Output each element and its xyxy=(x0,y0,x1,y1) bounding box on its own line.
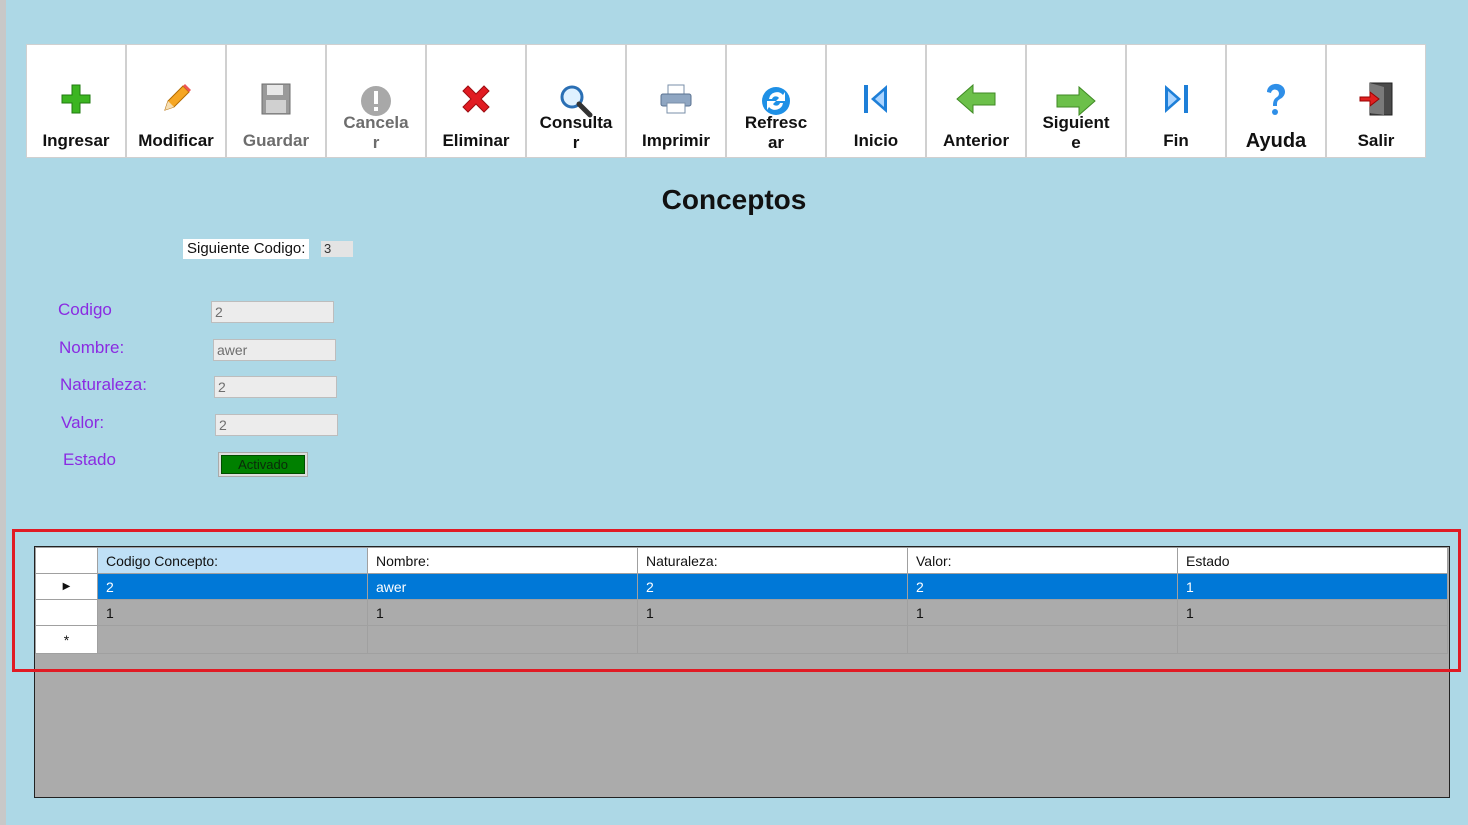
consultar-button[interactable]: Consulta r xyxy=(526,44,626,158)
nombre-field[interactable]: awer xyxy=(213,339,336,361)
ayuda-button[interactable]: Ayuda xyxy=(1226,44,1326,158)
next-code-value: 3 xyxy=(321,241,353,257)
plus-icon xyxy=(60,83,92,120)
eliminar-label: Eliminar xyxy=(442,131,510,150)
page-title: Conceptos xyxy=(661,184,807,215)
window-left-edge xyxy=(0,0,6,825)
modificar-button[interactable]: Modificar xyxy=(126,44,226,158)
imprimir-button[interactable]: Imprimir xyxy=(626,44,726,158)
floppy-disk-icon xyxy=(261,83,291,120)
help-icon xyxy=(1264,82,1288,121)
arrow-left-icon xyxy=(955,83,997,120)
grid-highlight-frame xyxy=(12,529,1461,672)
ayuda-label: Ayuda xyxy=(1245,130,1307,152)
printer-icon xyxy=(660,84,692,119)
guardar-label: Guardar xyxy=(242,131,310,150)
fin-button[interactable]: Fin xyxy=(1126,44,1226,158)
inicio-button[interactable]: Inicio xyxy=(826,44,926,158)
siguiente-label: Siguient e xyxy=(1042,113,1110,152)
red-x-icon xyxy=(459,82,493,121)
naturaleza-field[interactable]: 2 xyxy=(214,376,337,398)
salir-label: Salir xyxy=(1357,131,1395,150)
valor-field[interactable]: 2 xyxy=(215,414,338,436)
cancelar-label: Cancela r xyxy=(343,113,409,152)
ingresar-label: Ingresar xyxy=(42,131,110,150)
first-record-icon xyxy=(862,83,890,120)
refrescar-button[interactable]: Refresc ar xyxy=(726,44,826,158)
fin-label: Fin xyxy=(1163,131,1189,150)
ingresar-button[interactable]: Ingresar xyxy=(26,44,126,158)
codigo-label: Codigo xyxy=(58,300,112,319)
estado-toggle-button[interactable]: Activado xyxy=(221,455,305,474)
guardar-button[interactable]: Guardar xyxy=(226,44,326,158)
toolbar: Ingresar Modificar Guardar Cancela r Elim… xyxy=(26,44,1426,160)
refrescar-label: Refresc ar xyxy=(744,113,808,152)
anterior-button[interactable]: Anterior xyxy=(926,44,1026,158)
inicio-label: Inicio xyxy=(853,131,899,150)
codigo-field[interactable]: 2 xyxy=(211,301,334,323)
consultar-label: Consulta r xyxy=(539,113,613,152)
modificar-label: Modificar xyxy=(138,131,214,150)
last-record-icon xyxy=(1162,83,1190,120)
estado-toggle-frame: Activado xyxy=(218,452,308,477)
imprimir-label: Imprimir xyxy=(641,131,711,150)
valor-label: Valor: xyxy=(61,413,105,432)
estado-label: Estado xyxy=(63,450,116,469)
cancelar-button[interactable]: Cancela r xyxy=(326,44,426,158)
salir-button[interactable]: Salir xyxy=(1326,44,1426,158)
nombre-label: Nombre: xyxy=(59,338,125,357)
eliminar-button[interactable]: Eliminar xyxy=(426,44,526,158)
naturaleza-label: Naturaleza: xyxy=(60,375,147,394)
next-code-label: Siguiente Codigo: xyxy=(183,239,310,259)
siguiente-button[interactable]: Siguient e xyxy=(1026,44,1126,158)
pencil-icon xyxy=(159,82,193,121)
exit-door-icon xyxy=(1358,81,1394,122)
anterior-label: Anterior xyxy=(942,131,1010,150)
